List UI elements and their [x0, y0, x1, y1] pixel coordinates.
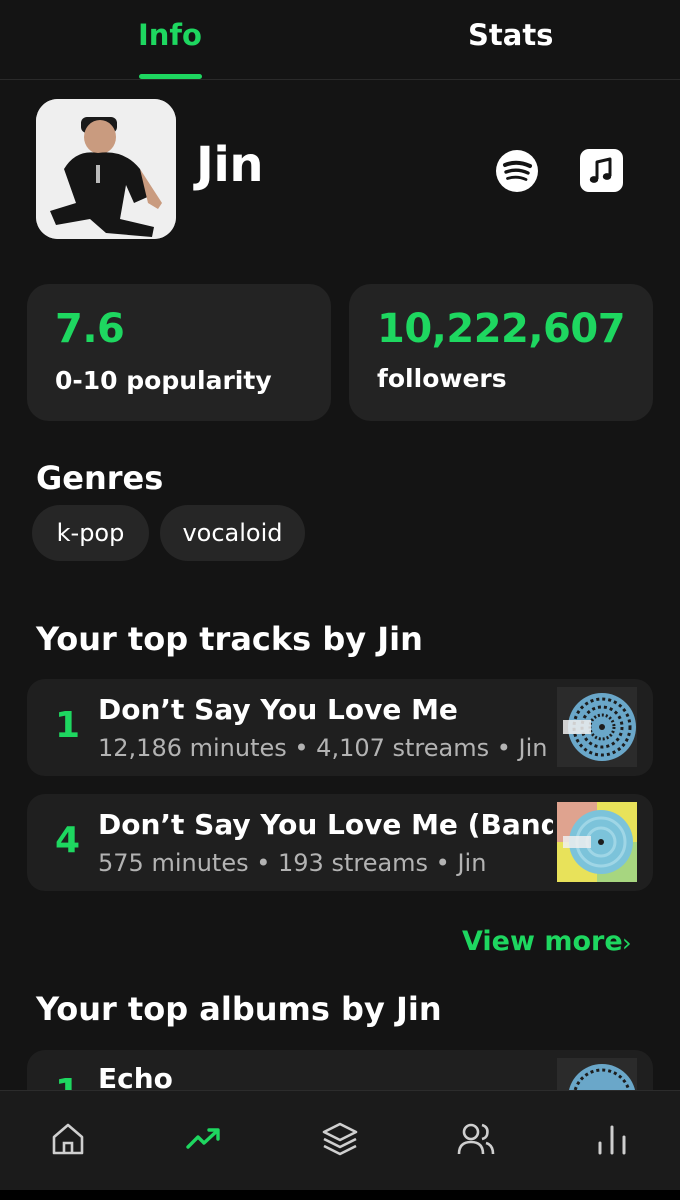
track-title: Don’t Say You Love Me [98, 693, 458, 726]
tab-stats[interactable]: Stats [468, 18, 553, 52]
genre-chip[interactable]: vocaloid [160, 505, 305, 561]
artist-name: Jin [196, 137, 263, 193]
bottom-navigation [0, 1090, 680, 1190]
genre-chip[interactable]: k-pop [32, 505, 149, 561]
tab-info[interactable]: Info [138, 18, 202, 52]
system-bar [0, 1190, 680, 1200]
track-row[interactable]: 1 Don’t Say You Love Me 12,186 minutes •… [27, 679, 653, 776]
track-stats: 12,186 minutes • 4,107 streams • Jin [98, 734, 548, 762]
trending-icon[interactable] [184, 1119, 224, 1159]
artist-photo [36, 99, 176, 239]
top-albums-title: Your top albums by Jin [36, 990, 442, 1028]
album-cover [557, 687, 637, 767]
top-tab-bar: Info Stats [0, 0, 680, 80]
followers-card: 10,222,607 followers [349, 284, 653, 421]
genres-title: Genres [36, 459, 164, 497]
track-row[interactable]: 4 Don’t Say You Love Me (Band Version) 5… [27, 794, 653, 891]
popularity-card: 7.6 0-10 popularity [27, 284, 331, 421]
track-stats: 575 minutes • 193 streams • Jin [98, 849, 487, 877]
followers-value: 10,222,607 [377, 306, 626, 352]
track-title: Don’t Say You Love Me (Band Version) [98, 808, 553, 841]
layers-icon[interactable] [320, 1119, 360, 1159]
apple-music-icon[interactable] [580, 149, 623, 192]
track-rank: 4 [55, 820, 81, 861]
spotify-icon[interactable] [496, 150, 538, 192]
home-icon[interactable] [48, 1119, 88, 1159]
top-tracks-title: Your top tracks by Jin [36, 620, 423, 658]
active-tab-indicator [139, 74, 202, 79]
bar-chart-icon[interactable] [592, 1119, 632, 1159]
album-cover [557, 802, 637, 882]
users-icon[interactable] [456, 1119, 496, 1159]
followers-label: followers [377, 364, 507, 393]
view-more-link[interactable]: View more [462, 926, 623, 957]
popularity-label: 0-10 popularity [55, 366, 272, 395]
chevron-right-icon[interactable]: › [622, 929, 632, 957]
popularity-value: 7.6 [55, 306, 125, 352]
track-rank: 1 [55, 705, 81, 746]
